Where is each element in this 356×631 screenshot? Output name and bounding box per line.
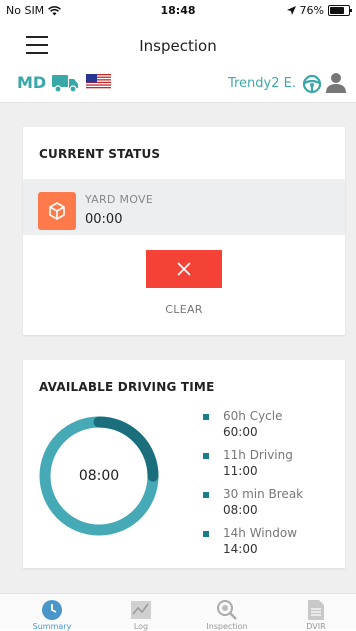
magnifier-icon [217, 600, 237, 620]
current-status-row[interactable]: YARD MOVE 00:00 [23, 179, 345, 235]
legend-value: 14:00 [223, 542, 258, 556]
clear-button[interactable] [146, 250, 222, 288]
close-icon [177, 262, 191, 276]
clear-label[interactable]: CLEAR [23, 303, 345, 316]
legend-name: 60h Cycle [223, 409, 283, 423]
legend-marker [203, 414, 209, 420]
legend-value: 08:00 [223, 503, 258, 517]
driver-bar: MD Trendy2 E. [0, 66, 356, 103]
legend-name: 30 min Break [223, 487, 304, 501]
clock-icon [42, 600, 62, 620]
steering-wheel-icon[interactable] [302, 74, 322, 94]
dashboard-content: CURRENT STATUS YARD MOVE 00:00 CLEAR AVA… [0, 103, 356, 593]
graph-icon [131, 601, 151, 619]
status-time: 00:00 [85, 212, 123, 227]
tab-inspection[interactable]: Inspection [197, 596, 257, 631]
status-label: YARD MOVE [85, 193, 154, 206]
truck-icon[interactable] [52, 74, 79, 93]
battery-icon [328, 5, 352, 16]
user-icon[interactable] [326, 72, 346, 94]
current-status-card: CURRENT STATUS YARD MOVE 00:00 CLEAR [23, 127, 345, 335]
tab-label: Inspection [206, 622, 248, 631]
mode-badge: MD [17, 73, 47, 92]
location-arrow-icon [286, 6, 296, 15]
bottom-tab-bar: Summary Log Inspection DVIR [0, 593, 356, 631]
navigation-bar: Inspection [0, 26, 356, 66]
legend-marker [203, 531, 209, 537]
driving-time-title: AVAILABLE DRIVING TIME [39, 380, 215, 394]
legend-value: 60:00 [223, 425, 258, 439]
legend-marker [203, 492, 209, 498]
legend-name: 11h Driving [223, 448, 293, 462]
document-icon [308, 600, 324, 620]
tab-label: DVIR [306, 622, 326, 631]
legend-name: 14h Window [223, 526, 298, 540]
current-status-title: CURRENT STATUS [39, 147, 161, 161]
battery-fill [330, 7, 344, 14]
ring-center-value: 08:00 [78, 468, 120, 484]
driver-name[interactable]: Trendy2 E. [228, 76, 296, 91]
tab-summary[interactable]: Summary [22, 596, 82, 631]
tab-log[interactable]: Log [111, 596, 171, 631]
battery-group: 76% [286, 4, 352, 17]
battery-percent: 76% [299, 4, 324, 17]
tab-label: Summary [32, 622, 72, 631]
legend-value: 11:00 [223, 464, 258, 478]
driving-time-card: AVAILABLE DRIVING TIME 08:00 60h Cycle 6… [23, 360, 345, 568]
tab-dvir[interactable]: DVIR [286, 596, 346, 631]
tab-label: Log [133, 622, 149, 631]
us-flag-icon[interactable] [86, 74, 111, 90]
yard-move-icon [38, 192, 76, 230]
ios-status-bar: No SIM 18:48 76% [0, 0, 356, 22]
page-title: Inspection [139, 37, 217, 55]
legend-marker [203, 453, 209, 459]
